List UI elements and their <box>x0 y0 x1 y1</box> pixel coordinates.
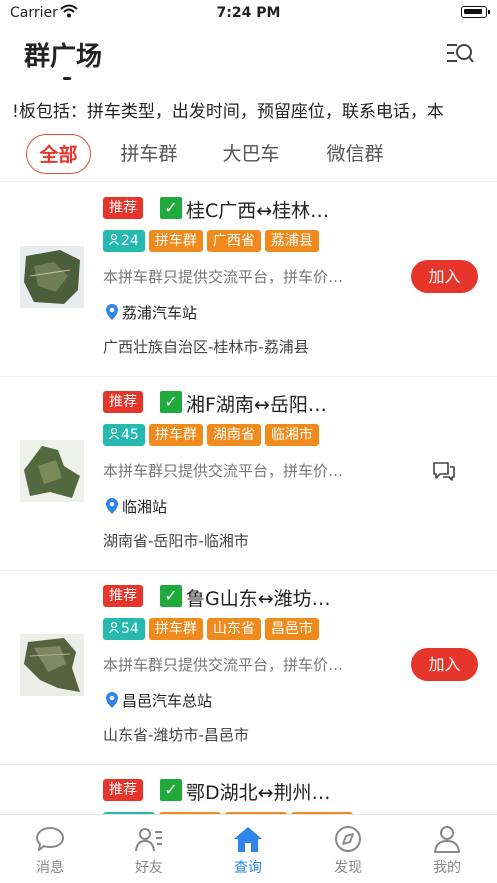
member-count-tag: 54 <box>103 618 145 640</box>
tag-row: 24 拼车群 广西省 荔浦县 <box>103 230 323 252</box>
type-tag: 拼车群 <box>148 618 203 640</box>
province-tag: 广西省 <box>206 230 261 252</box>
group-title: 鲁G山东↔潍坊… <box>186 588 331 610</box>
tabbar-friends[interactable]: 好友 <box>109 825 189 877</box>
search-list-icon[interactable] <box>445 40 475 66</box>
type-tag: 拼车群 <box>148 424 203 446</box>
region-path: 山东省-潍坊市-昌邑市 <box>103 726 249 744</box>
bottom-tab-bar: 消息 好友 查询 发现 我的 <box>0 814 497 883</box>
tabbar-discover[interactable]: 发现 <box>308 825 388 877</box>
province-tag: 山东省 <box>206 618 261 640</box>
verified-check-icon: ✓ <box>160 779 182 801</box>
region-path: 湖南省-岳阳市-临湘市 <box>103 532 249 550</box>
friends-icon <box>135 828 162 852</box>
province-tag: 湖南省 <box>206 424 261 446</box>
member-count-tag: 45 <box>103 424 145 446</box>
map-thumbnail <box>20 246 84 308</box>
location-pin-icon <box>106 304 118 320</box>
chat-icon[interactable] <box>432 460 456 482</box>
group-title: 湘F湖南↔岳阳… <box>186 394 327 416</box>
group-title: 鄂D湖北↔荆州… <box>186 782 331 804</box>
tab-wechat[interactable]: 微信群 <box>316 134 394 174</box>
location-pin-icon <box>106 692 118 708</box>
map-thumbnail <box>20 440 84 502</box>
tag-row: 45 拼车群 湖南省 临湘市 <box>103 424 323 446</box>
battery-icon <box>461 6 490 18</box>
station-name: 荔浦汽车站 <box>122 304 198 322</box>
tabbar-search[interactable]: 查询 <box>208 825 288 877</box>
verified-check-icon: ✓ <box>160 391 182 413</box>
station: 昌邑汽车总站 <box>105 690 212 711</box>
verified-check-icon: ✓ <box>160 197 182 219</box>
station-name: 临湘站 <box>122 498 168 516</box>
tab-carpool[interactable]: 拼车群 <box>110 134 188 174</box>
county-tag: 荔浦县 <box>264 230 319 252</box>
join-button[interactable]: 加入 <box>411 260 478 293</box>
tab-all[interactable]: 全部 <box>26 134 91 174</box>
compass-icon <box>335 826 361 852</box>
status-bar: Carrier 7:24 PM <box>0 0 497 26</box>
filter-tabs: 全部 拼车群 大巴车 微信群 <box>0 134 497 176</box>
home-icon <box>234 827 262 852</box>
group-description: 本拼车群只提供交流平台，拼车价… <box>103 462 344 480</box>
station: 荔浦汽车站 <box>105 302 197 323</box>
verified-check-icon: ✓ <box>160 585 182 607</box>
notice-text: !板包括：拼车类型，出发时间，预留座位，联系电话，本 <box>12 102 444 121</box>
tab-bus[interactable]: 大巴车 <box>212 134 290 174</box>
group-card[interactable]: 推荐 ✓ 鲁G山东↔潍坊… 54 拼车群 山东省 昌邑市 本拼车群只提供交流平台，拼车… <box>0 570 497 764</box>
location-pin-icon <box>106 498 118 514</box>
message-icon <box>36 827 64 851</box>
member-count-tag: 24 <box>103 230 145 252</box>
group-card[interactable]: 推荐 ✓ 湘F湖南↔岳阳… 45 拼车群 湖南省 临湘市 本拼车群只提供交流平台，拼车… <box>0 376 497 570</box>
person-icon <box>109 428 119 439</box>
recommend-badge: 推荐 <box>103 197 143 219</box>
tabbar-profile[interactable]: 我的 <box>407 825 487 877</box>
region-path: 广西壮族自治区-桂林市-荔浦县 <box>103 338 309 356</box>
join-button[interactable]: 加入 <box>411 648 478 681</box>
profile-icon <box>434 826 460 853</box>
type-tag: 拼车群 <box>148 230 203 252</box>
tag-row: 54 拼车群 山东省 昌邑市 <box>103 618 323 640</box>
station: 临湘站 <box>105 496 167 517</box>
group-card[interactable]: 推荐 ✓ 桂C广西↔桂林… 24 拼车群 广西省 荔浦县 本拼车群只提供交流平台，拼车… <box>0 182 497 376</box>
group-description: 本拼车群只提供交流平台，拼车价… <box>103 268 344 286</box>
group-card[interactable]: 推荐 ✓ 鄂D湖北↔荆州… <box>0 764 497 814</box>
person-icon <box>109 622 119 633</box>
station-name: 昌邑汽车总站 <box>122 692 213 710</box>
person-icon <box>109 234 119 245</box>
title-indicator <box>63 77 71 80</box>
clock: 7:24 PM <box>216 5 281 21</box>
group-description: 本拼车群只提供交流平台，拼车价… <box>103 656 344 674</box>
page-title: 群广场 <box>24 42 103 72</box>
recommend-badge: 推荐 <box>103 391 143 413</box>
county-tag: 昌邑市 <box>264 618 319 640</box>
recommend-badge: 推荐 <box>103 779 143 801</box>
tabbar-messages[interactable]: 消息 <box>10 825 90 877</box>
notice-marquee: !板包括：拼车类型，出发时间，预留座位，联系电话，本 <box>0 95 497 121</box>
group-title: 桂C广西↔桂林… <box>186 200 330 222</box>
recommend-badge: 推荐 <box>103 585 143 607</box>
county-tag: 临湘市 <box>264 424 319 446</box>
map-thumbnail <box>20 634 84 696</box>
